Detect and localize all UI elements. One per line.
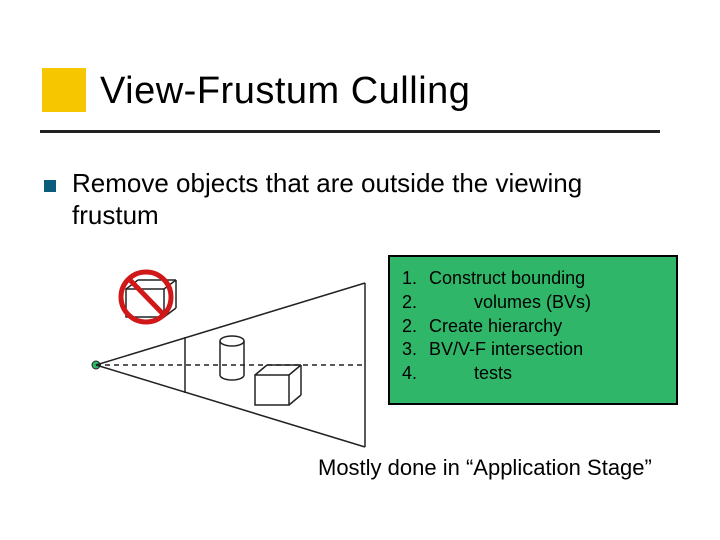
step-number: 1. xyxy=(402,267,424,291)
bullet-icon xyxy=(44,180,56,192)
step-item: 2. volumes (BVs) xyxy=(402,291,666,315)
title-accent-square xyxy=(42,68,86,112)
step-item: 4. tests xyxy=(402,362,666,386)
frustum-diagram xyxy=(90,275,400,455)
footer-note: Mostly done in “Application Stage” xyxy=(318,455,652,481)
step-number: 4. xyxy=(402,362,424,386)
slide-title: View-Frustum Culling xyxy=(100,70,470,113)
step-item: 3. BV/V-F intersection xyxy=(402,338,666,362)
frustum-edge xyxy=(96,283,365,365)
bullet-text: Remove objects that are outside the view… xyxy=(72,168,647,231)
step-item: 1. Construct bounding xyxy=(402,267,666,291)
frustum-edge xyxy=(96,365,365,447)
step-text: volumes (BVs) xyxy=(429,292,591,312)
step-number: 2. xyxy=(402,315,424,339)
step-number: 2. xyxy=(402,291,424,315)
steps-box: 1. Construct bounding 2. volumes (BVs) 2… xyxy=(388,255,678,405)
cylinder-icon xyxy=(220,336,244,380)
step-text: Create hierarchy xyxy=(429,316,562,336)
slide: View-Frustum Culling Remove objects that… xyxy=(0,0,720,540)
title-underline xyxy=(40,130,660,133)
step-text: tests xyxy=(429,363,512,383)
step-number: 3. xyxy=(402,338,424,362)
step-text: Construct bounding xyxy=(429,268,585,288)
step-text: BV/V-F intersection xyxy=(429,339,583,359)
step-item: 2. Create hierarchy xyxy=(402,315,666,339)
cube-inside-icon xyxy=(255,365,301,405)
